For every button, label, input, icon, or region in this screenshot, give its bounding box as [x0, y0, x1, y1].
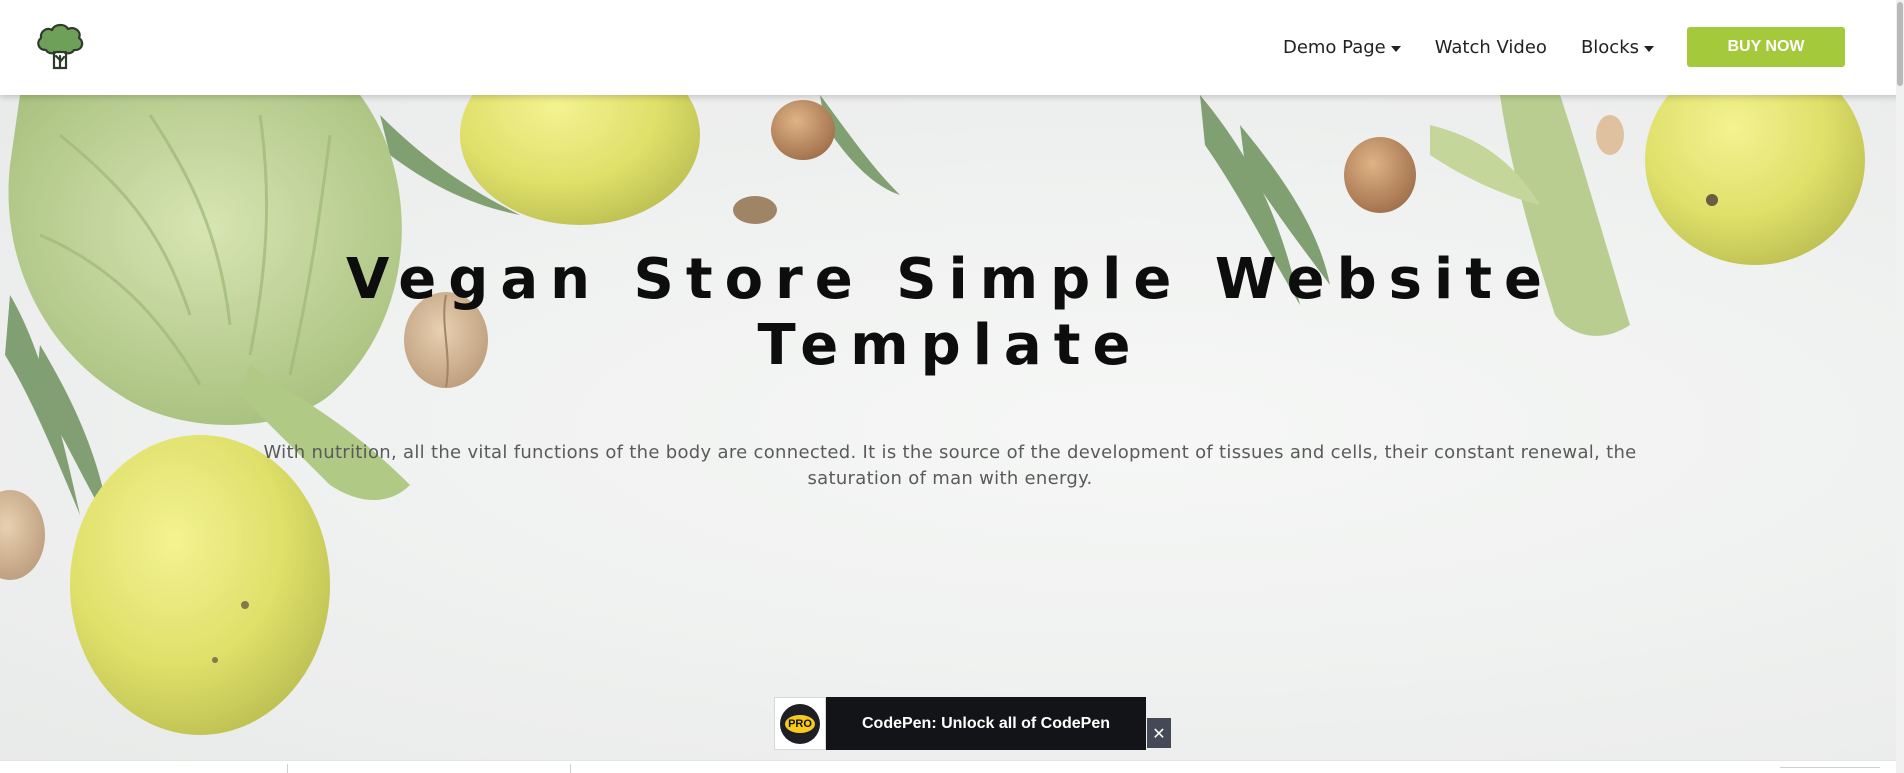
divider — [287, 764, 288, 773]
hero-subtitle: With nutrition, all the vital functions … — [260, 440, 1640, 492]
divider — [570, 764, 571, 773]
buy-now-button[interactable]: BUY NOW — [1687, 27, 1845, 67]
nav-item-blocks[interactable]: Blocks — [1581, 37, 1654, 58]
hero-title-line-2: Template — [757, 313, 1143, 378]
hero-subtitle-line-2: saturation of man with energy. — [807, 468, 1093, 489]
divider — [1780, 767, 1880, 768]
hero-title-line-1: Vegan Store Simple Website — [346, 247, 1554, 312]
nav-item-watch-video[interactable]: Watch Video — [1435, 37, 1547, 58]
nav-item-demo-page[interactable]: Demo Page — [1283, 37, 1401, 58]
scrollbar-thumb[interactable] — [1897, 2, 1903, 86]
pro-badge-label: PRO — [785, 714, 815, 733]
nav-item-label: Blocks — [1580, 37, 1639, 58]
hero-subtitle-line-1: With nutrition, all the vital functions … — [263, 442, 1637, 463]
caret-down-icon — [1644, 45, 1654, 52]
nav-item-label: Demo Page — [1282, 37, 1386, 58]
vertical-scrollbar[interactable] — [1896, 0, 1904, 773]
hero-title: Vegan Store Simple Website Template — [300, 247, 1600, 379]
main-nav: Demo Page Watch Video Blocks — [1283, 0, 1654, 95]
pro-badge-box: PRO — [774, 697, 826, 750]
codepen-pro-banner[interactable]: PRO CodePen: Unlock all of CodePen — [774, 697, 1146, 750]
caret-down-icon — [1390, 45, 1401, 52]
broccoli-icon[interactable] — [32, 20, 88, 76]
codepen-banner-text[interactable]: CodePen: Unlock all of CodePen — [826, 697, 1146, 750]
bottom-strip — [0, 760, 1904, 773]
hero-overlay — [0, 95, 1904, 760]
hero-section: Vegan Store Simple Website Template With… — [0, 95, 1904, 760]
nav-item-label: Watch Video — [1434, 37, 1547, 58]
close-icon[interactable]: ✕ — [1147, 718, 1171, 748]
page: Demo Page Watch Video Blocks BUY NOW Veg… — [0, 0, 1904, 773]
pro-badge-icon: PRO — [780, 703, 820, 744]
site-header: Demo Page Watch Video Blocks BUY NOW — [0, 0, 1904, 95]
